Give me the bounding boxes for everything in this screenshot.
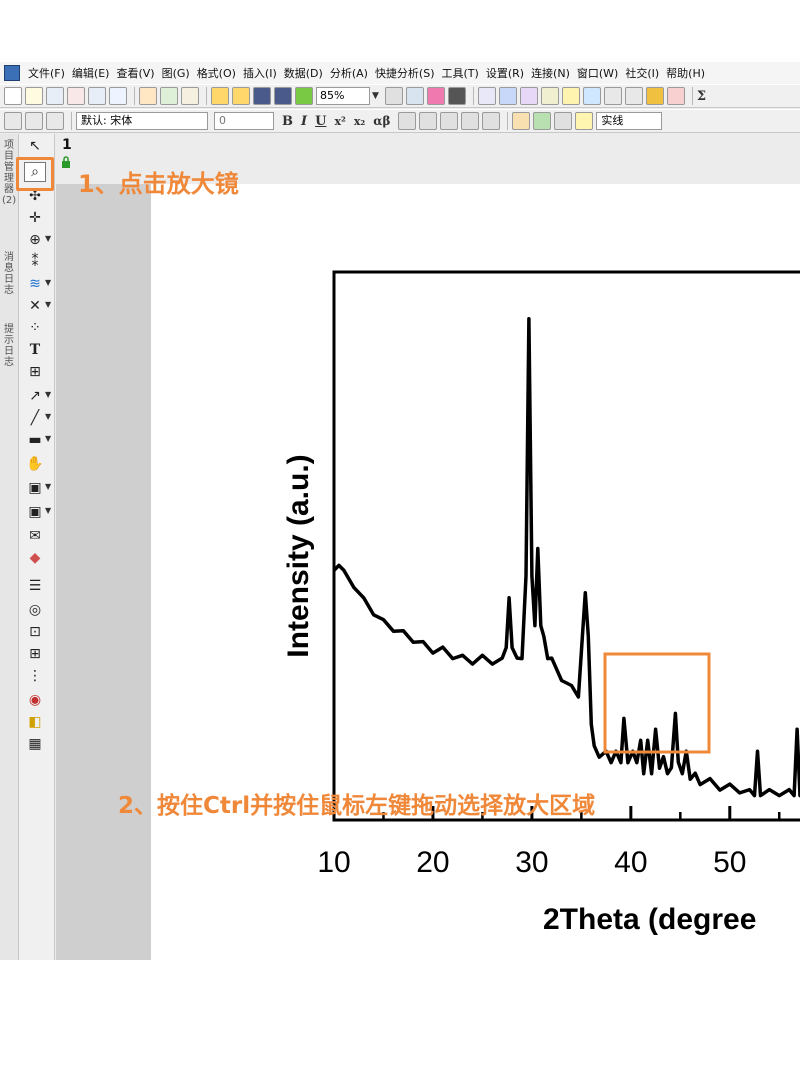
xrd-plot: 10 20 30 40 50 Intensity (a.u.) 2Theta (degr… — [282, 270, 800, 936]
xrd-series-line — [332, 317, 800, 798]
x-tick-label: 30 — [515, 846, 548, 879]
step1-instruction: 1、点击放大镜 — [78, 170, 239, 198]
x-axis-tick-labels: 10 20 30 40 50 — [317, 846, 746, 879]
x-tick-label: 40 — [614, 846, 647, 879]
y-axis-label: Intensity (a.u.) — [282, 454, 315, 657]
x-tick-label: 20 — [416, 846, 449, 879]
plot-frame — [332, 270, 800, 822]
x-tick-label: 50 — [713, 846, 746, 879]
x-tick-label: 10 — [317, 846, 350, 879]
step2-instruction: 2、按住Ctrl并按住鼠标左键拖动选择放大区域 — [118, 793, 596, 819]
x-axis-label: 2Theta (degree — [543, 903, 756, 936]
